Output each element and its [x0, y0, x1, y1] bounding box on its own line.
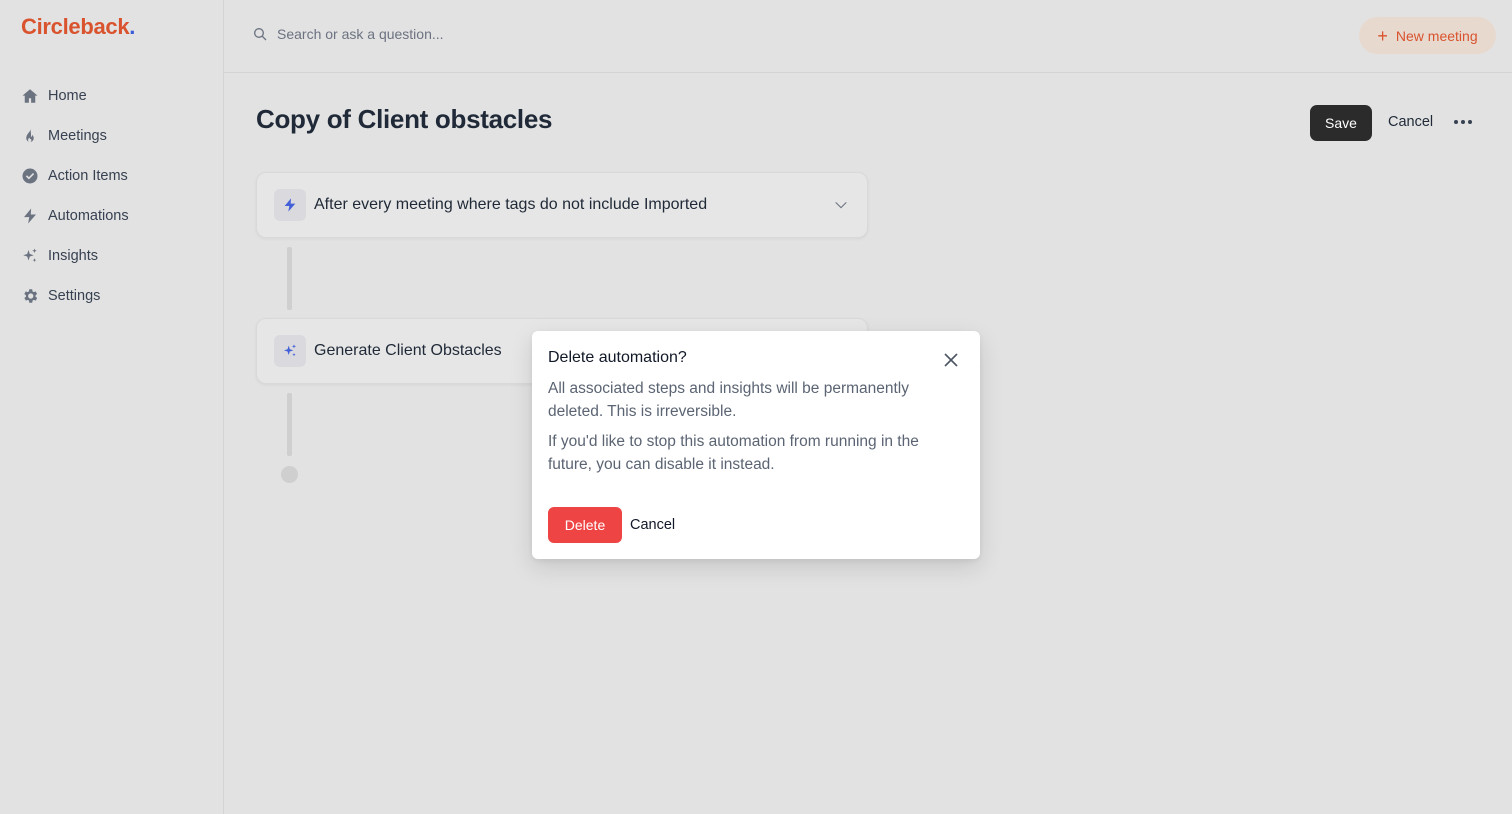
check-circle-icon [21, 167, 39, 185]
sidebar-item-meetings[interactable]: Meetings [0, 116, 224, 156]
sparkles-icon [274, 335, 306, 367]
action-step-label: Generate Client Obstacles [314, 342, 502, 359]
logo-dot: . [129, 14, 136, 39]
sidebar-item-label: Action Items [48, 168, 128, 184]
chevron-down-icon[interactable] [833, 197, 849, 218]
dialog-warning-text: All associated steps and insights will b… [548, 380, 909, 420]
sidebar-item-settings[interactable]: Settings [0, 276, 224, 316]
app-name: Circleback [21, 14, 130, 39]
add-step-dot[interactable] [281, 466, 298, 483]
search-input[interactable] [277, 26, 677, 42]
more-options-icon[interactable] [1454, 120, 1472, 124]
step-connector [287, 247, 292, 310]
dialog-cancel-button[interactable]: Cancel [630, 517, 675, 533]
search-bar [252, 26, 677, 42]
app-logo[interactable]: Circleback. [21, 14, 135, 40]
sidebar-item-label: Insights [48, 248, 98, 264]
sparkles-icon [21, 247, 39, 265]
sidebar-item-automations[interactable]: Automations [0, 196, 224, 236]
sidebar-item-label: Automations [48, 208, 129, 224]
sidebar-nav: Home Meetings Action Items Automations I… [0, 76, 224, 316]
trigger-step-label: After every meeting where tags do not in… [314, 196, 708, 213]
sidebar-item-action-items[interactable]: Action Items [0, 156, 224, 196]
flame-icon [21, 127, 39, 145]
page-title: Copy of Client obstacles [256, 104, 553, 134]
top-bar: + New meeting [224, 0, 1512, 73]
search-icon [254, 28, 267, 41]
new-meeting-button[interactable]: + New meeting [1359, 17, 1496, 54]
cancel-button[interactable]: Cancel [1388, 114, 1433, 130]
dialog-hint-text: If you'd like to stop this automation fr… [548, 433, 919, 473]
delete-automation-dialog: Delete automation? All associated steps … [532, 331, 980, 559]
trigger-step-card[interactable]: After every meeting where tags do not in… [256, 172, 868, 238]
bolt-icon [274, 189, 306, 221]
sidebar: Circleback. Home Meetings Action Items A… [0, 0, 224, 814]
save-button[interactable]: Save [1310, 105, 1372, 141]
step-connector [287, 393, 292, 456]
sidebar-item-label: Meetings [48, 128, 107, 144]
sidebar-item-insights[interactable]: Insights [0, 236, 224, 276]
sidebar-item-label: Home [48, 88, 87, 104]
gear-icon [21, 287, 39, 305]
dialog-title: Delete automation? [548, 349, 687, 366]
bolt-icon [21, 207, 39, 225]
plus-icon: + [1377, 25, 1388, 46]
home-icon [21, 87, 39, 105]
new-meeting-label: New meeting [1395, 27, 1478, 44]
sidebar-item-home[interactable]: Home [0, 76, 224, 116]
delete-button[interactable]: Delete [548, 507, 622, 543]
sidebar-item-label: Settings [48, 288, 101, 304]
close-icon[interactable] [944, 353, 958, 372]
